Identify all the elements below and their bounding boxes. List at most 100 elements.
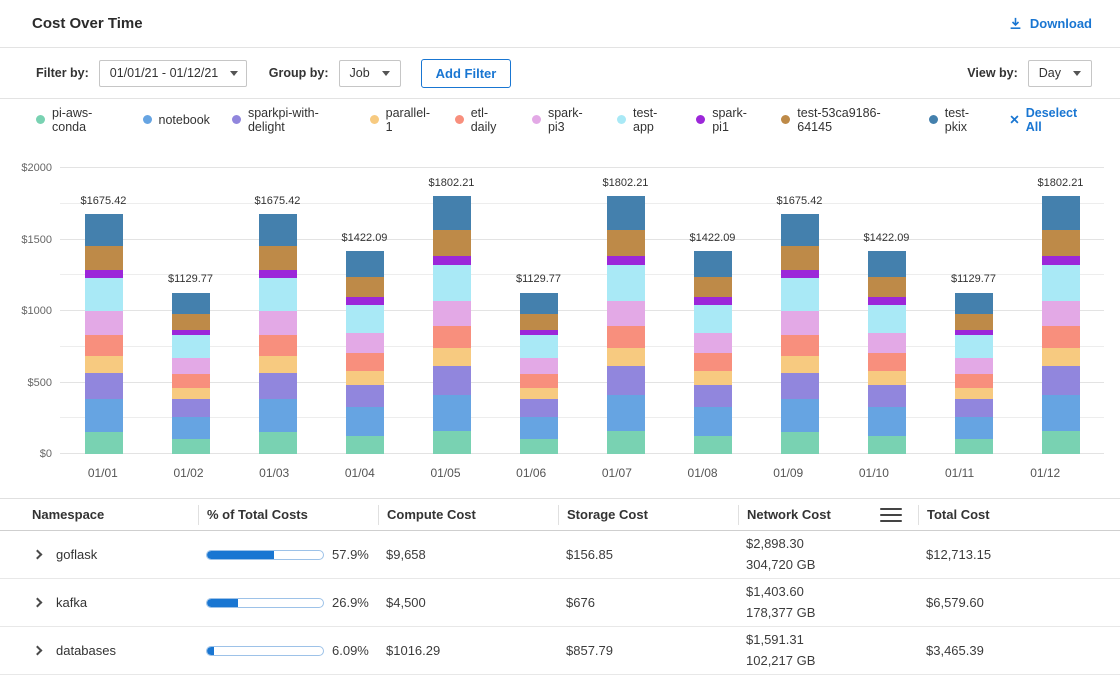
stacked-bar-01/09[interactable] (781, 214, 819, 454)
percent-of-total-cell: 6.09% (198, 643, 378, 658)
bar-total-label: $1675.42 (234, 195, 321, 207)
bar-segment-notebook (955, 417, 993, 440)
bar-segment-etl-daily (607, 326, 645, 348)
column-menu-icon[interactable] (880, 508, 902, 522)
bar-segment-parallel-1 (1042, 348, 1080, 366)
bar-segment-spark-pi3 (520, 358, 558, 374)
network-gb-value: 178,377 GB (746, 603, 918, 623)
compute-cost-cell: $9,658 (378, 547, 558, 562)
legend-item-test-pkix[interactable]: test-pkix (929, 106, 988, 134)
stacked-bar-01/06[interactable] (520, 293, 558, 454)
network-cost-cell: $1,403.60178,377 GB (738, 582, 918, 622)
stacked-bar-01/02[interactable] (172, 293, 210, 454)
bar-segment-pi-aws-conda (346, 436, 384, 454)
legend-item-sparkpi-with-delight[interactable]: sparkpi-with-delight (232, 106, 348, 134)
bar-segment-pi-aws-conda (259, 432, 297, 454)
bar-total-label: $1802.21 (1017, 177, 1104, 189)
bar-column-01/04: $1422.09 (321, 168, 408, 454)
download-label: Download (1030, 16, 1092, 31)
bar-segment-test-app (172, 335, 210, 358)
add-filter-button[interactable]: Add Filter (421, 59, 512, 88)
stacked-bar-01/07[interactable] (607, 196, 645, 454)
bar-segment-notebook (85, 399, 123, 433)
compute-cost-cell: $1016.29 (378, 643, 558, 658)
table-row-goflask: goflask57.9%$9,658$156.85$2,898.30304,72… (0, 531, 1120, 579)
bar-segment-notebook (1042, 395, 1080, 431)
stacked-bar-01/03[interactable] (259, 214, 297, 454)
bar-segment-sparkpi-with-delight (172, 399, 210, 417)
bar-segment-notebook (259, 399, 297, 433)
bar-segment-parallel-1 (172, 388, 210, 399)
stacked-bar-01/01[interactable] (85, 214, 123, 454)
namespace-label: goflask (56, 547, 97, 562)
bar-segment-test-53ca9186-64145 (694, 277, 732, 297)
cost-over-time-chart: $0$500$1000$1500$2000$1675.42$1129.77$16… (0, 140, 1120, 498)
expand-row-icon[interactable] (33, 598, 43, 608)
bar-segment-sparkpi-with-delight (1042, 366, 1080, 394)
legend-item-notebook[interactable]: notebook (143, 113, 210, 127)
bar-segment-test-pkix (694, 251, 732, 277)
bar-segment-pi-aws-conda (868, 436, 906, 454)
expand-row-icon[interactable] (33, 550, 43, 560)
legend-swatch-icon (370, 115, 379, 124)
download-button[interactable]: Download (1008, 16, 1092, 31)
bar-column-01/11: $1129.77 (930, 168, 1017, 454)
legend-item-spark-pi1[interactable]: spark-pi1 (696, 106, 759, 134)
bar-segment-sparkpi-with-delight (868, 385, 906, 407)
filter-bar: Filter by: 01/01/21 - 01/12/21 Group by:… (0, 48, 1120, 98)
legend-item-etl-daily[interactable]: etl-daily (455, 106, 510, 134)
stacked-bar-01/05[interactable] (433, 196, 471, 454)
deselect-all-button[interactable]: ✕ Deselect All (1009, 106, 1092, 134)
bar-segment-test-pkix (955, 293, 993, 314)
x-axis-tick-label: 01/09 (745, 466, 831, 480)
column-header-network-cost: Network Cost (738, 505, 918, 525)
legend-swatch-icon (929, 115, 938, 124)
legend-item-label: sparkpi-with-delight (248, 106, 348, 134)
bar-segment-pi-aws-conda (607, 431, 645, 454)
bar-segment-etl-daily (259, 335, 297, 355)
namespace-label: databases (56, 643, 116, 658)
legend-item-spark-pi3[interactable]: spark-pi3 (532, 106, 595, 134)
x-axis-tick-label: 01/11 (917, 466, 1003, 480)
network-cost-value: $1,403.60 (746, 582, 918, 602)
stacked-bar-01/08[interactable] (694, 251, 732, 454)
expand-row-icon[interactable] (33, 646, 43, 656)
compute-cost-cell: $4,500 (378, 595, 558, 610)
chevron-down-icon (1073, 71, 1081, 76)
column-header-percent-of-total-costs: % of Total Costs (198, 505, 378, 525)
legend-item-pi-aws-conda[interactable]: pi-aws-conda (36, 106, 121, 134)
stacked-bar-01/10[interactable] (868, 251, 906, 454)
view-by-select[interactable]: Day (1028, 60, 1092, 87)
x-axis-tick-label: 01/10 (831, 466, 917, 480)
group-by-label: Group by: (269, 66, 329, 80)
network-cost-cell: $2,898.30304,720 GB (738, 534, 918, 574)
legend-item-label: etl-daily (471, 106, 510, 134)
bar-segment-spark-pi1 (259, 270, 297, 278)
bar-segment-test-pkix (433, 196, 471, 230)
legend-item-parallel-1[interactable]: parallel-1 (370, 106, 433, 134)
bar-segment-test-53ca9186-64145 (955, 314, 993, 330)
chevron-down-icon (382, 71, 390, 76)
bar-segment-test-app (259, 278, 297, 312)
stacked-bar-01/04[interactable] (346, 251, 384, 454)
legend-item-test-app[interactable]: test-app (617, 106, 674, 134)
bar-segment-spark-pi3 (1042, 301, 1080, 327)
bar-segment-etl-daily (433, 326, 471, 348)
bar-segment-parallel-1 (781, 356, 819, 373)
column-header-storage-cost: Storage Cost (558, 505, 738, 525)
bar-segment-spark-pi3 (607, 301, 645, 327)
bar-segment-spark-pi3 (694, 333, 732, 353)
bar-segment-test-53ca9186-64145 (85, 246, 123, 270)
date-range-select[interactable]: 01/01/21 - 01/12/21 (99, 60, 247, 87)
x-axis-tick-label: 01/01 (60, 466, 146, 480)
percent-of-total-cell: 26.9% (198, 595, 378, 610)
percent-label: 26.9% (332, 595, 369, 610)
stacked-bar-01/12[interactable] (1042, 196, 1080, 454)
legend-item-test-53ca9186-64145[interactable]: test-53ca9186-64145 (781, 106, 906, 134)
stacked-bar-01/11[interactable] (955, 293, 993, 454)
bar-segment-test-pkix (172, 293, 210, 314)
bar-segment-test-app (607, 265, 645, 301)
group-by-select[interactable]: Job (339, 60, 401, 87)
download-icon (1008, 16, 1023, 31)
bar-segment-notebook (172, 417, 210, 440)
